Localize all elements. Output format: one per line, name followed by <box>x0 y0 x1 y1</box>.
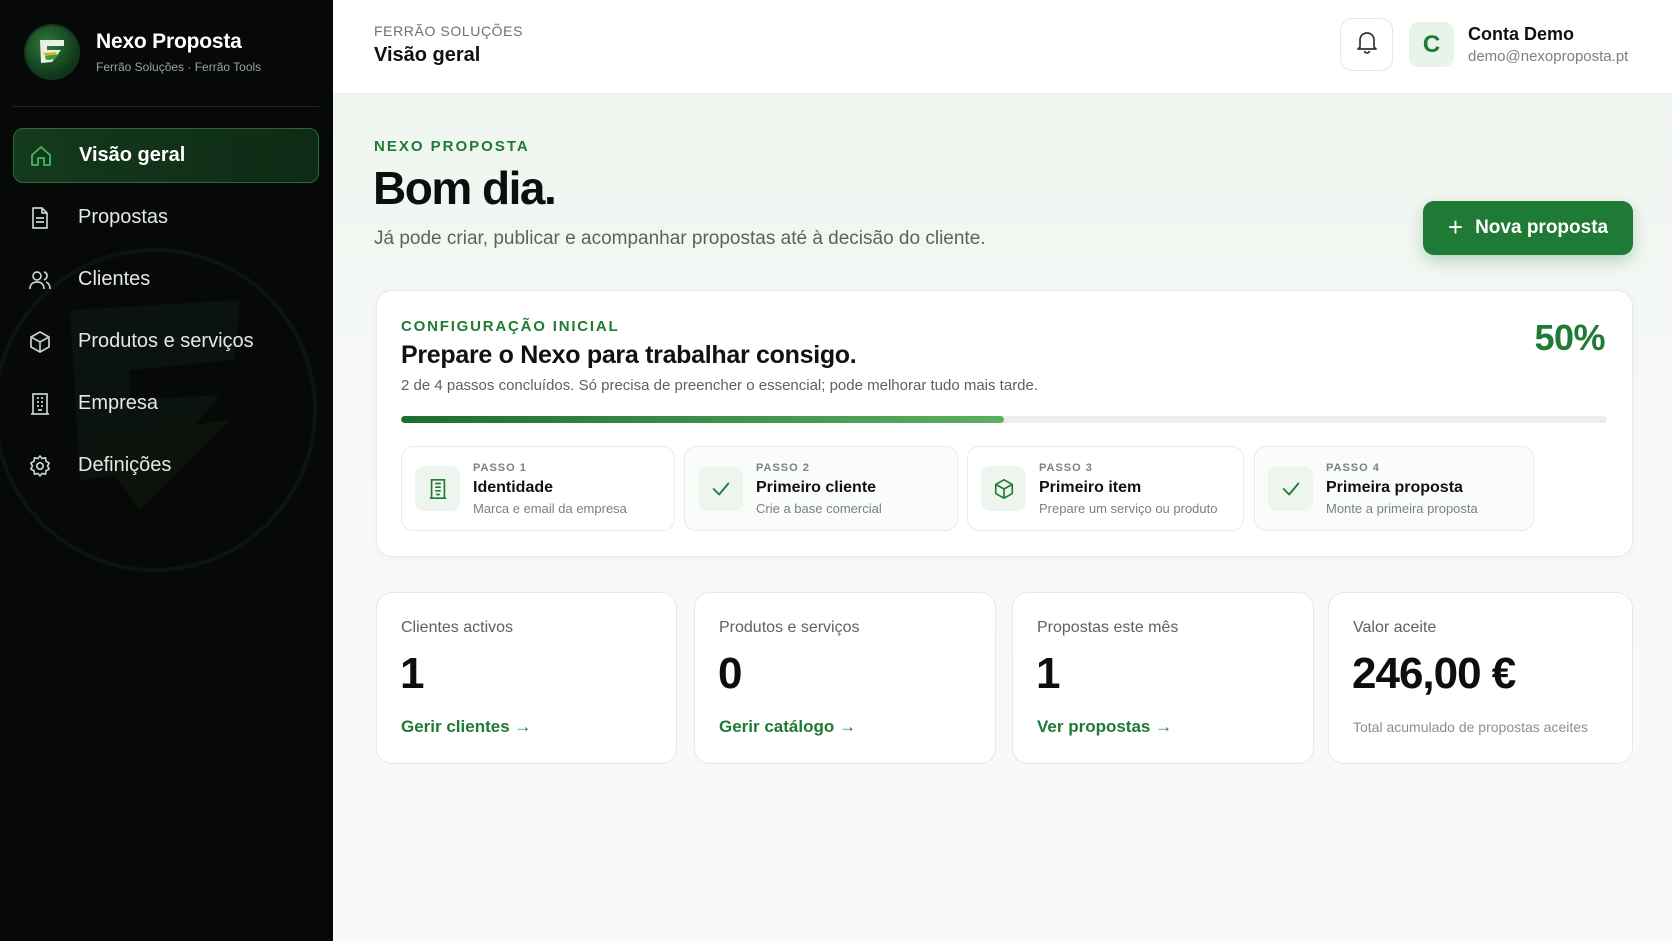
avatar[interactable]: C <box>1409 22 1454 67</box>
manage-catalog-link[interactable]: Gerir catálogo → <box>719 717 856 737</box>
home-icon <box>28 143 54 169</box>
sidebar-item-produtos[interactable]: Produtos e serviços <box>13 314 319 369</box>
new-proposal-label: Nova proposta <box>1475 217 1609 238</box>
stat-card-valor: Valor aceite 246,00 € Total acumulado de… <box>1328 592 1633 764</box>
setup-step-1[interactable]: PASSO 1 Identidade Marca e email da empr… <box>401 446 675 531</box>
setup-step-4[interactable]: PASSO 4 Primeira proposta Monte a primei… <box>1254 446 1534 531</box>
brand-subtitle: Ferrão Soluções · Ferrão Tools <box>96 60 262 74</box>
step-title: Primeira proposta <box>1326 479 1463 496</box>
step-title: Identidade <box>473 479 554 496</box>
step-label: PASSO 4 <box>1326 462 1380 474</box>
step-desc: Marca e email da empresa <box>473 501 627 516</box>
sidebar-item-definicoes[interactable]: Definições <box>13 438 319 493</box>
stat-value: 1 <box>1036 649 1061 698</box>
sidebar: Nexo Proposta Ferrão Soluções · Ferrão T… <box>0 0 333 941</box>
setup-card: CONFIGURAÇÃO INICIAL Prepare o Nexo para… <box>376 290 1633 557</box>
hero-subtitle: Já pode criar, publicar e acompanhar pro… <box>374 228 986 249</box>
sidebar-item-propostas[interactable]: Propostas <box>13 190 319 245</box>
stat-label: Propostas este mês <box>1037 619 1179 636</box>
view-proposals-link[interactable]: Ver propostas → <box>1037 717 1172 737</box>
setup-step-3[interactable]: PASSO 3 Primeiro item Prepare um serviço… <box>967 446 1244 531</box>
stat-card-produtos: Produtos e serviços 0 Gerir catálogo → <box>694 592 996 764</box>
plus-icon: + <box>1447 212 1464 242</box>
stat-card-propostas: Propostas este mês 1 Ver propostas → <box>1012 592 1314 764</box>
brand-name: Nexo Proposta <box>96 30 242 53</box>
stat-value: 1 <box>400 649 425 698</box>
sidebar-item-label: Definições <box>78 454 172 476</box>
setup-percent: 50% <box>1534 317 1605 358</box>
stat-note: Total acumulado de propostas aceites <box>1353 719 1589 735</box>
document-icon <box>27 205 53 231</box>
breadcrumb: FERRÃO SOLUÇÕES <box>374 23 524 39</box>
greeting-heading: Bom dia. <box>373 162 557 214</box>
users-icon <box>27 267 53 293</box>
setup-progress-fill <box>401 416 1004 423</box>
sidebar-item-empresa[interactable]: Empresa <box>13 376 319 431</box>
stat-value: 246,00 € <box>1352 649 1516 698</box>
step-desc: Prepare um serviço ou produto <box>1039 501 1218 516</box>
sidebar-item-clientes[interactable]: Clientes <box>13 252 319 307</box>
box-icon <box>981 466 1026 511</box>
top-bar: FERRÃO SOLUÇÕES Visão geral C Conta Demo… <box>333 0 1672 94</box>
brand-logo-icon <box>26 26 78 78</box>
sidebar-item-label: Produtos e serviços <box>78 330 254 352</box>
setup-description: 2 de 4 passos concluídos. Só precisa de … <box>401 377 1039 394</box>
stat-label: Valor aceite <box>1353 619 1437 636</box>
setup-eyebrow: CONFIGURAÇÃO INICIAL <box>401 318 620 335</box>
notifications-button[interactable] <box>1340 18 1393 71</box>
main-content: NEXO PROPOSTA Bom dia. Já pode criar, pu… <box>333 95 1672 941</box>
bell-icon <box>1356 30 1378 59</box>
step-desc: Monte a primeira proposta <box>1326 501 1478 516</box>
stat-card-clientes: Clientes activos 1 Gerir clientes → <box>376 592 677 764</box>
step-desc: Crie a base comercial <box>756 501 882 516</box>
step-title: Primeiro cliente <box>756 479 877 496</box>
new-proposal-button[interactable]: + Nova proposta <box>1423 201 1633 255</box>
step-label: PASSO 2 <box>756 462 810 474</box>
setup-progress-bar <box>401 416 1607 423</box>
building-icon <box>27 391 53 417</box>
building-icon <box>415 466 460 511</box>
stat-value: 0 <box>718 649 743 698</box>
setup-title: Prepare o Nexo para trabalhar consigo. <box>401 341 857 369</box>
sidebar-divider <box>13 106 319 107</box>
page-title: Visão geral <box>374 44 481 66</box>
user-name[interactable]: Conta Demo <box>1468 24 1574 45</box>
step-title: Primeiro item <box>1039 479 1142 496</box>
stat-label: Produtos e serviços <box>719 619 860 636</box>
gear-icon <box>27 453 53 479</box>
setup-step-2[interactable]: PASSO 2 Primeiro cliente Crie a base com… <box>684 446 958 531</box>
sidebar-item-label: Visão geral <box>79 144 186 166</box>
sidebar-item-label: Empresa <box>78 392 159 414</box>
step-label: PASSO 1 <box>473 462 527 474</box>
box-icon <box>27 329 53 355</box>
brand[interactable]: Nexo Proposta Ferrão Soluções · Ferrão T… <box>26 26 261 78</box>
check-icon <box>1268 466 1313 511</box>
setup-steps: PASSO 1 Identidade Marca e email da empr… <box>401 446 1607 531</box>
sidebar-item-label: Clientes <box>78 268 151 290</box>
sidebar-item-visao-geral[interactable]: Visão geral <box>13 128 319 183</box>
stat-label: Clientes activos <box>401 619 514 636</box>
sidebar-item-label: Propostas <box>78 206 169 228</box>
check-icon <box>698 466 743 511</box>
step-label: PASSO 3 <box>1039 462 1093 474</box>
manage-clients-link[interactable]: Gerir clientes → <box>401 717 531 737</box>
sidebar-nav: Visão geral Propostas Clientes Produtos … <box>13 128 319 500</box>
hero-eyebrow: NEXO PROPOSTA <box>374 138 530 155</box>
user-email: demo@nexoproposta.pt <box>1468 48 1629 65</box>
